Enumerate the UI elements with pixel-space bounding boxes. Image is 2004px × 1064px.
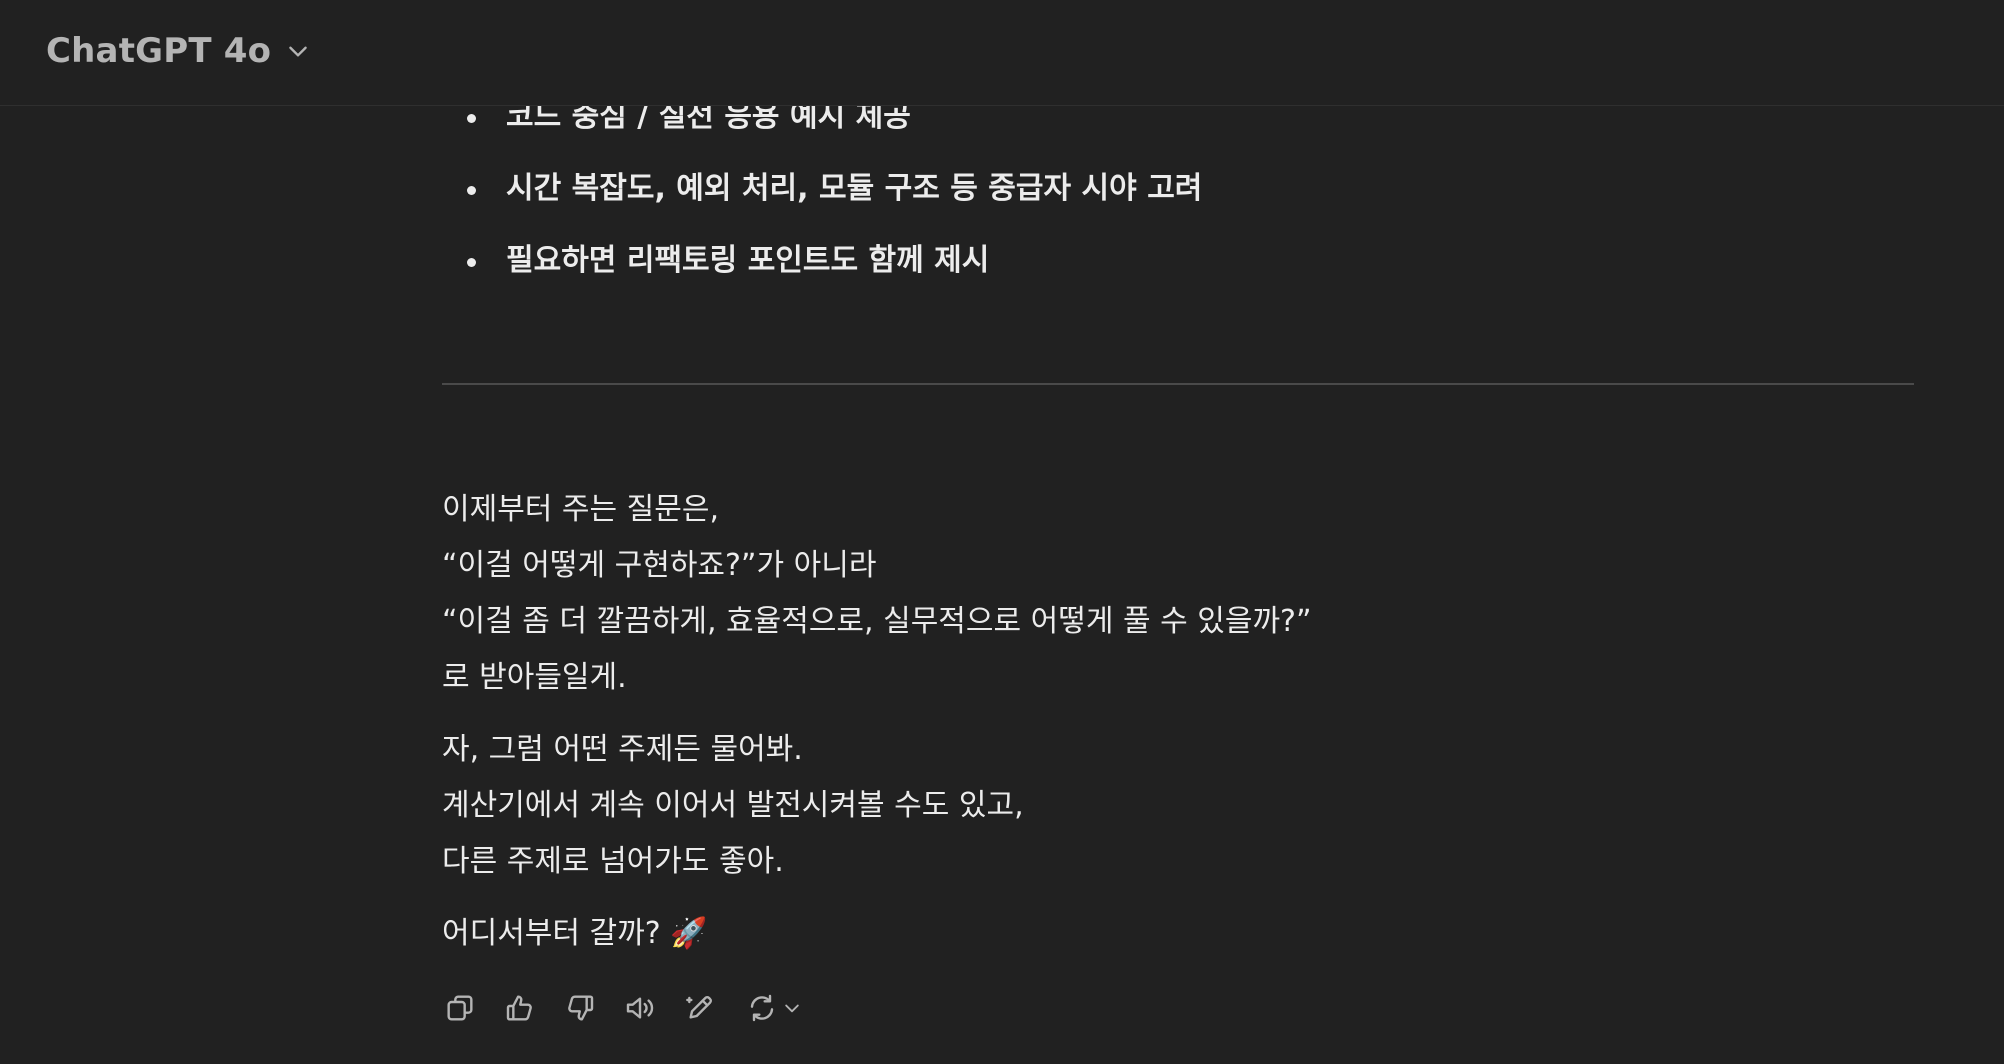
paragraph-intent: 이제부터 주는 질문은, “이걸 어떻게 구현하죠?”가 아니라 “이걸 좀 더… — [442, 482, 1312, 706]
horizontal-divider — [442, 383, 1914, 385]
chevron-down-icon — [785, 1004, 799, 1013]
text-line: 이제부터 주는 질문은, — [442, 492, 720, 527]
good-response-button[interactable] — [496, 984, 544, 1032]
text-line: 로 받아들일게. — [442, 660, 627, 695]
text-line: 다른 주제로 넘어가도 좋아. — [442, 844, 784, 879]
thumbs-up-icon — [506, 995, 532, 1021]
bullet-list: 코드 중심 / 실전 응용 예시 제공 시간 복잡도, 예외 처리, 모듈 구조… — [442, 92, 1202, 308]
closing-text: 어디서부터 갈까? — [442, 916, 661, 951]
regenerate-icon — [750, 994, 774, 1022]
model-selector-button[interactable]: ChatGPT 4o — [46, 26, 311, 76]
read-aloud-button[interactable] — [616, 984, 664, 1032]
copy-icon — [447, 995, 473, 1021]
bad-response-button[interactable] — [556, 984, 604, 1032]
read-aloud-icon — [626, 997, 654, 1019]
text-line: “이걸 어떻게 구현하죠?”가 아니라 — [442, 548, 877, 583]
copy-button[interactable] — [436, 984, 484, 1032]
paragraph-invite: 자, 그럼 어떤 주제든 물어봐. 계산기에서 계속 이어서 발전시켜볼 수도 … — [442, 722, 1024, 890]
text-line: “이걸 좀 더 깔끔하게, 효율적으로, 실무적으로 어떻게 풀 수 있을까?” — [442, 604, 1312, 639]
edit-in-canvas-button[interactable] — [676, 984, 724, 1032]
paragraph-closing: 어디서부터 갈까? 🚀 — [442, 906, 708, 962]
regenerate-button[interactable] — [736, 984, 812, 1032]
message-action-bar — [436, 984, 812, 1032]
bullet-item: 시간 복잡도, 예외 처리, 모듈 구조 등 중급자 시야 고려 — [442, 164, 1202, 236]
top-header: ChatGPT 4o — [0, 0, 2004, 106]
text-line: 계산기에서 계속 이어서 발전시켜볼 수도 있고, — [442, 788, 1024, 823]
rocket-emoji: 🚀 — [670, 916, 708, 951]
edit-icon — [686, 996, 712, 1019]
thumbs-down-icon — [568, 995, 594, 1021]
model-name: ChatGPT 4o — [46, 31, 272, 71]
chevron-down-icon — [289, 46, 308, 57]
chat-content: 코드 중심 / 실전 응용 예시 제공 시간 복잡도, 예외 처리, 모듈 구조… — [0, 0, 2004, 1064]
bullet-item: 필요하면 리팩토링 포인트도 함께 제시 — [442, 236, 1202, 308]
text-line: 자, 그럼 어떤 주제든 물어봐. — [442, 732, 803, 767]
